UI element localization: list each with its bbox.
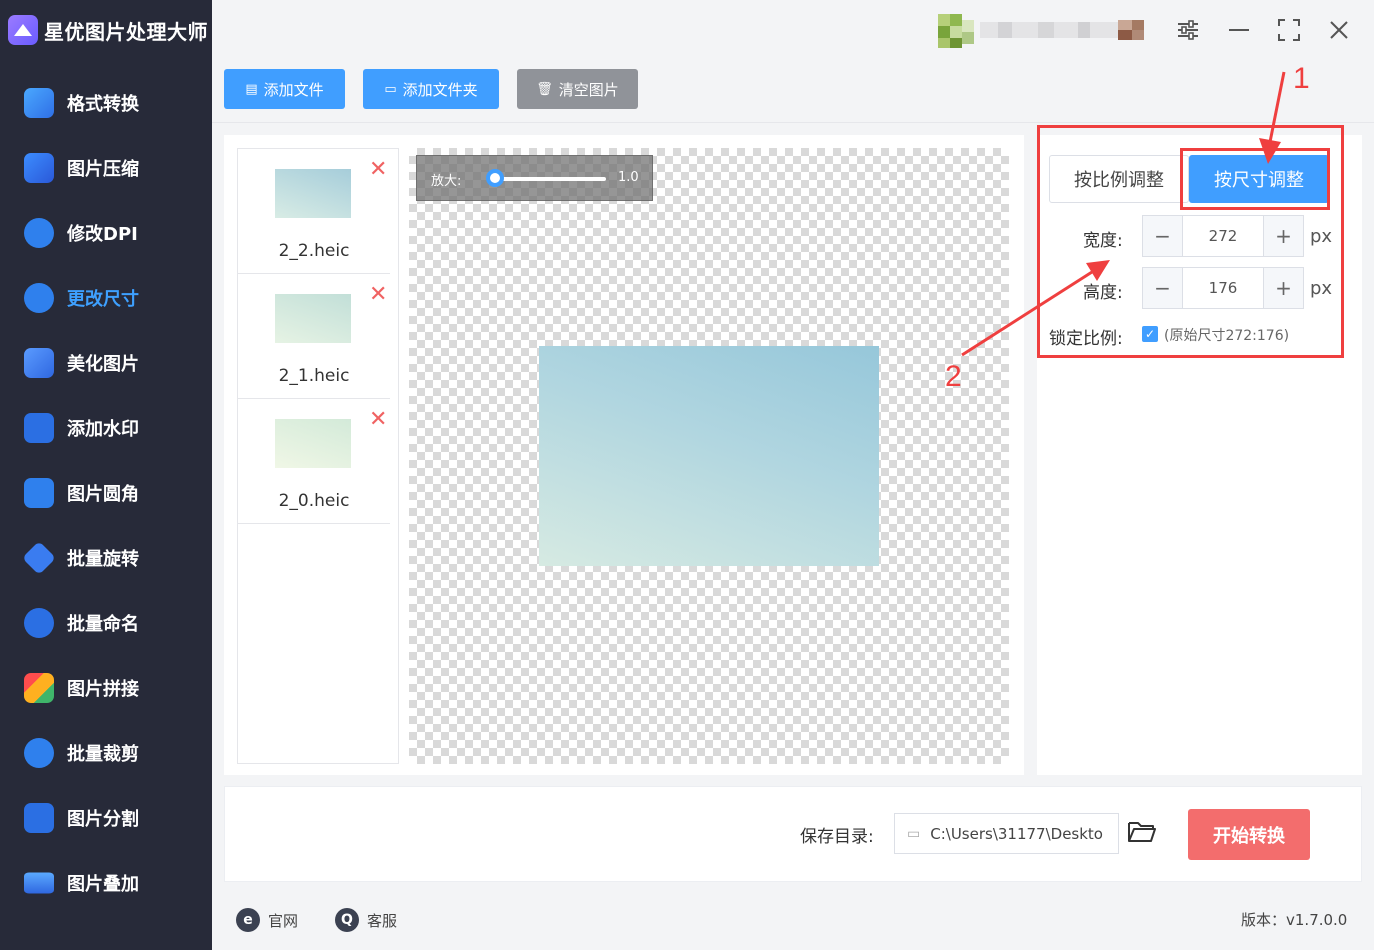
add-folder-button[interactable]: ▭ 添加文件夹 xyxy=(363,69,499,109)
file-item[interactable]: 2_2.heic ✕ xyxy=(238,149,390,274)
maximize-icon[interactable] xyxy=(1274,14,1304,46)
rotate-icon xyxy=(22,541,56,575)
sidebar-item-rounded-corner[interactable]: 图片圆角 xyxy=(0,468,212,518)
file-name: 2_0.heic xyxy=(278,491,350,511)
height-label: 高度: xyxy=(1083,283,1123,303)
browse-folder-icon[interactable] xyxy=(1127,818,1161,850)
user-account-area[interactable] xyxy=(938,14,1153,48)
lock-ratio-label: 锁定比例: xyxy=(1049,329,1123,349)
save-directory-label: 保存目录: xyxy=(800,827,874,847)
resize-by-size-button[interactable]: 按尺寸调整 xyxy=(1189,155,1329,203)
user-avatar-blurred xyxy=(938,14,1144,48)
file-list: 2_2.heic ✕ 2_1.heic ✕ 2_0.heic ✕ xyxy=(237,148,399,764)
sidebar-item-split[interactable]: 图片分割 xyxy=(0,793,212,843)
zoom-control: 放大: 1.0 xyxy=(416,155,653,201)
width-value[interactable]: 272 xyxy=(1183,216,1263,256)
original-size-note: (原始尺寸272:176) xyxy=(1164,328,1290,344)
rename-icon xyxy=(24,608,54,638)
resize-icon xyxy=(24,283,54,313)
settings-sliders-icon[interactable] xyxy=(1173,14,1203,46)
remove-file-icon[interactable]: ✕ xyxy=(369,409,387,431)
file-name: 2_1.heic xyxy=(278,366,350,386)
sidebar-item-compress[interactable]: 图片压缩 xyxy=(0,143,212,193)
height-stepper[interactable]: − 176 + xyxy=(1142,267,1304,309)
zoom-value: 1.0 xyxy=(618,170,639,185)
save-path-input[interactable]: ▭ C:\Users\31177\Deskto xyxy=(894,813,1119,854)
lock-ratio-checkbox[interactable]: ✓ xyxy=(1142,326,1158,342)
sidebar-item-format-convert[interactable]: 格式转换 xyxy=(0,78,212,128)
crop-icon xyxy=(24,738,54,768)
sidebar-item-beautify[interactable]: 美化图片 xyxy=(0,338,212,388)
sidebar-item-crop[interactable]: 批量裁剪 xyxy=(0,728,212,778)
sidebar-item-dpi[interactable]: 修改DPI xyxy=(0,208,212,258)
start-convert-button[interactable]: 开始转换 xyxy=(1188,809,1310,860)
clear-images-button[interactable]: 🗑 清空图片 xyxy=(517,69,638,109)
width-label: 宽度: xyxy=(1083,231,1123,251)
support-link[interactable]: Q 客服 xyxy=(335,906,397,934)
compress-icon xyxy=(24,153,54,183)
folder-icon: ▭ xyxy=(384,81,397,97)
resize-by-ratio-button[interactable]: 按比例调整 xyxy=(1049,155,1189,203)
beautify-icon xyxy=(24,348,54,378)
browser-e-icon: e xyxy=(236,908,260,932)
folder-outline-icon: ▭ xyxy=(907,825,921,842)
height-value[interactable]: 176 xyxy=(1183,268,1263,308)
sidebar-item-rotate[interactable]: 批量旋转 xyxy=(0,533,212,583)
annotation-number-1: 1 xyxy=(1293,62,1310,95)
annotation-number-2: 2 xyxy=(945,360,962,393)
height-increment-button[interactable]: + xyxy=(1263,268,1303,308)
overlay-icon xyxy=(24,872,54,894)
width-decrement-button[interactable]: − xyxy=(1143,216,1183,256)
version-label: 版本：v1.7.0.0 xyxy=(1241,911,1348,929)
zoom-slider-handle[interactable] xyxy=(486,169,504,187)
zoom-label: 放大: xyxy=(431,174,462,189)
remove-file-icon[interactable]: ✕ xyxy=(369,159,387,181)
sidebar-item-watermark[interactable]: 添加水印 xyxy=(0,403,212,453)
file-thumbnail xyxy=(275,169,351,218)
file-name: 2_2.heic xyxy=(278,241,350,261)
chat-support-icon: Q xyxy=(335,908,359,932)
width-increment-button[interactable]: + xyxy=(1263,216,1303,256)
file-item[interactable]: 2_1.heic ✕ xyxy=(238,274,390,399)
dpi-icon xyxy=(24,218,54,248)
toolbar-divider xyxy=(212,122,1374,123)
app-logo-icon xyxy=(8,15,38,45)
height-decrement-button[interactable]: − xyxy=(1143,268,1183,308)
sidebar: 星优图片处理大师 格式转换 图片压缩 修改DPI 更改尺寸 美化图片 添加水印 … xyxy=(0,0,212,950)
preview-image xyxy=(539,346,879,566)
watermark-icon xyxy=(24,413,54,443)
height-unit: px xyxy=(1310,278,1333,299)
website-link[interactable]: e 官网 xyxy=(236,906,298,934)
rounded-corner-icon xyxy=(24,478,54,508)
app-brand: 星优图片处理大师 xyxy=(8,13,208,47)
sidebar-item-overlay[interactable]: 图片叠加 xyxy=(0,858,212,908)
add-file-button[interactable]: ▤ 添加文件 xyxy=(224,69,345,109)
width-stepper[interactable]: − 272 + xyxy=(1142,215,1304,257)
file-thumbnail xyxy=(275,294,351,343)
format-convert-icon xyxy=(24,88,54,118)
sidebar-item-stitch[interactable]: 图片拼接 xyxy=(0,663,212,713)
zoom-slider-track[interactable] xyxy=(494,177,606,181)
app-title: 星优图片处理大师 xyxy=(44,19,208,44)
trash-icon: 🗑 xyxy=(536,81,553,97)
remove-file-icon[interactable]: ✕ xyxy=(369,284,387,306)
sidebar-item-resize[interactable]: 更改尺寸 xyxy=(0,273,212,323)
minimize-icon[interactable] xyxy=(1224,14,1254,46)
close-icon[interactable] xyxy=(1324,14,1354,46)
file-item[interactable]: 2_0.heic ✕ xyxy=(238,399,390,524)
file-thumbnail xyxy=(275,419,351,468)
sidebar-item-rename[interactable]: 批量命名 xyxy=(0,598,212,648)
stitch-icon xyxy=(24,673,54,703)
split-icon xyxy=(24,803,54,833)
width-unit: px xyxy=(1310,226,1333,247)
file-icon: ▤ xyxy=(245,81,258,97)
